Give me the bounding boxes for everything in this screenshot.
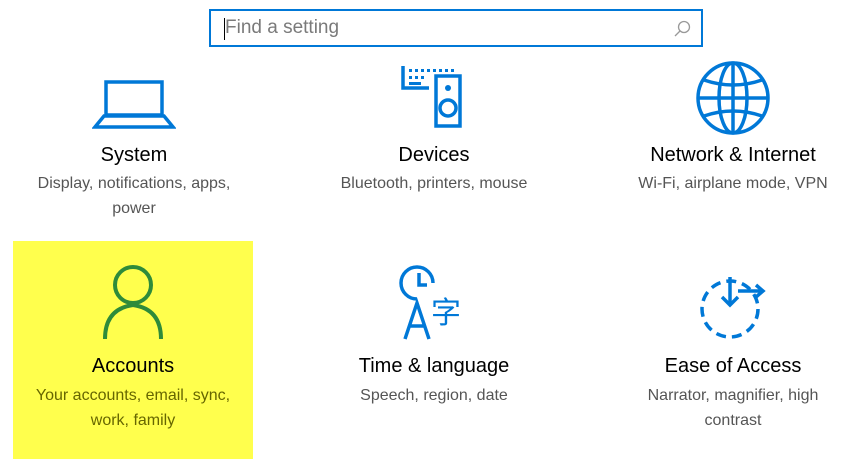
tile-time-language[interactable]: 字 Time & language Speech, region, date — [314, 241, 554, 459]
tile-title: Devices — [398, 144, 470, 166]
person-icon — [103, 265, 163, 340]
tile-description: Bluetooth, printers, mouse — [340, 175, 528, 192]
laptop-icon — [92, 80, 176, 129]
tile-accounts[interactable]: Accounts Your accounts, email, sync, wor… — [13, 241, 253, 459]
svg-text:字: 字 — [431, 296, 461, 331]
search-icon[interactable] — [672, 19, 692, 39]
ease-of-access-icon — [700, 277, 766, 339]
tile-title: Ease of Access — [664, 355, 802, 377]
tile-title: Time & language — [358, 355, 510, 377]
tile-title: Accounts — [91, 355, 175, 377]
tile-ease-of-access[interactable]: Ease of Access Narrator, magnifier, high… — [613, 241, 848, 459]
tile-devices[interactable]: Devices Bluetooth, printers, mouse — [314, 42, 554, 260]
tile-network-internet[interactable]: Network & Internet Wi-Fi, airplane mode,… — [613, 42, 848, 260]
tile-description: Your accounts, email, sync, work, family — [35, 387, 231, 429]
globe-icon — [696, 61, 770, 135]
tile-title: System — [100, 144, 168, 166]
time-language-icon: 字 — [399, 265, 461, 340]
devices-icon — [401, 66, 462, 128]
tile-system[interactable]: System Display, notifications, apps, pow… — [14, 42, 254, 260]
tile-description: Display, notifications, apps, power — [37, 175, 231, 217]
tile-description: Speech, region, date — [360, 387, 508, 404]
tile-description: Narrator, magnifier, high contrast — [647, 387, 819, 429]
tile-description: Wi-Fi, airplane mode, VPN — [638, 175, 828, 192]
tile-title: Network & Internet — [650, 144, 816, 166]
search-input[interactable] — [225, 11, 665, 45]
